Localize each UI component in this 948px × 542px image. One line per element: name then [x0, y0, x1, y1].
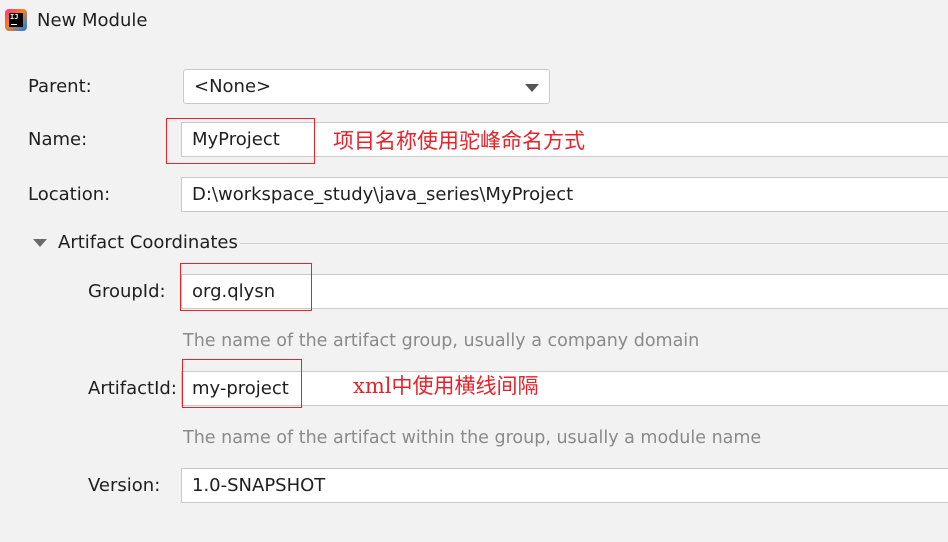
collapse-triangle-icon[interactable] [33, 239, 47, 247]
artifactid-label: ArtifactId: [88, 378, 177, 399]
title-bar: IJ New Module [0, 0, 948, 44]
parent-label: Parent: [28, 76, 92, 97]
artifact-section-title[interactable]: Artifact Coordinates [58, 232, 238, 254]
groupid-label: GroupId: [88, 281, 166, 302]
location-input[interactable]: D:\workspace_study\java_series\MyProject [181, 177, 948, 212]
section-divider [240, 243, 948, 244]
artifactid-annotation: xml中使用横线间隔 [353, 374, 539, 398]
highlight-name-box [166, 118, 315, 164]
parent-value: <None> [194, 76, 272, 97]
name-annotation: 项目名称使用驼峰命名方式 [333, 129, 585, 153]
groupid-hint: The name of the artifact group, usually … [183, 331, 700, 351]
window-title: New Module [37, 10, 148, 31]
highlight-groupid-box [180, 263, 312, 311]
chevron-down-icon [525, 84, 539, 92]
name-label: Name: [28, 129, 88, 150]
artifactid-hint: The name of the artifact within the grou… [183, 428, 762, 448]
parent-dropdown[interactable]: <None> [183, 69, 550, 104]
version-label: Version: [88, 475, 161, 496]
intellij-idea-icon: IJ [5, 9, 27, 31]
version-input[interactable]: 1.0-SNAPSHOT [181, 468, 948, 503]
location-label: Location: [28, 184, 111, 205]
highlight-artifactid-box [182, 359, 302, 408]
